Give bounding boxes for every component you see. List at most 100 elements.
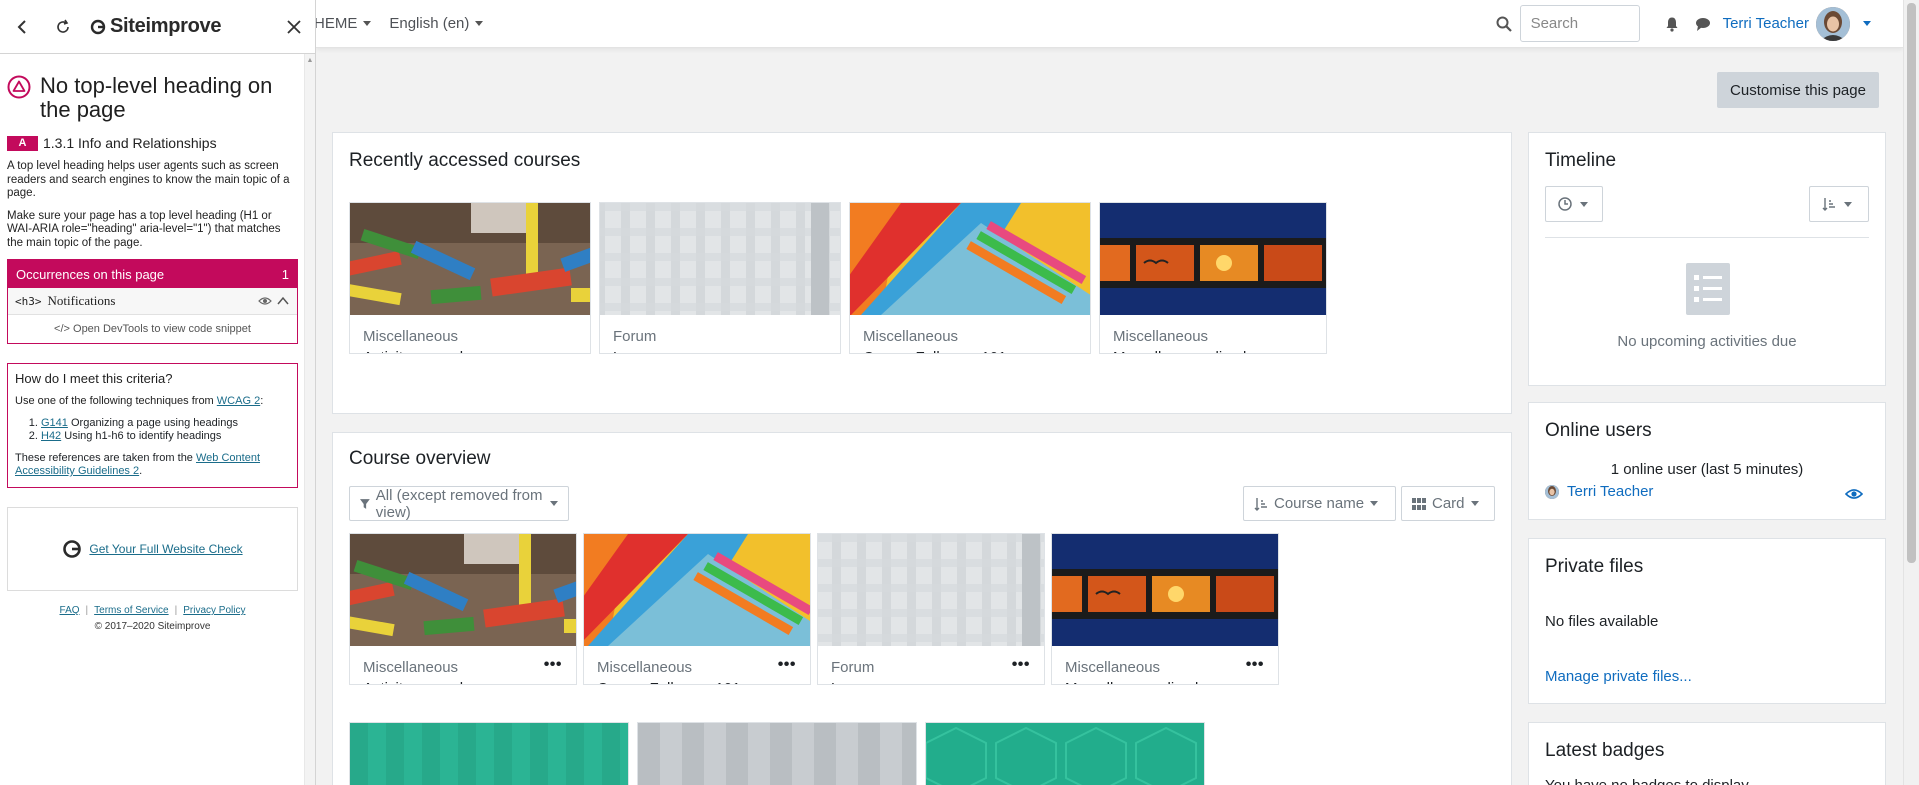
bell-icon[interactable] xyxy=(1664,16,1680,32)
course-card[interactable]: Forum Lounge ••• xyxy=(817,533,1045,685)
back-arrow-icon[interactable] xyxy=(12,16,34,38)
latest-badges-block: Latest badges You have no badges to disp… xyxy=(1528,722,1886,785)
occurrences-label: Occurrences on this page xyxy=(16,266,165,282)
recent-block-title: Recently accessed courses xyxy=(349,150,581,171)
eye-icon[interactable] xyxy=(258,294,272,308)
course-name[interactable]: Marvellous media players xyxy=(1065,680,1235,684)
website-check-link[interactable]: Get Your Full Website Check xyxy=(89,542,242,556)
ref-text: These references are taken from the xyxy=(15,452,193,464)
course-actions-menu-icon[interactable]: ••• xyxy=(1012,656,1030,674)
occurrences-count: 1 xyxy=(281,266,289,282)
course-actions-menu-icon[interactable]: ••• xyxy=(1246,656,1264,674)
online-user-name[interactable]: Terri Teacher xyxy=(1567,483,1653,500)
technique-link-g141[interactable]: G141 xyxy=(41,417,68,429)
caret-down-icon xyxy=(550,501,558,506)
theme-menu[interactable]: HEME xyxy=(314,15,372,32)
panel-scrollbar[interactable]: ▲ xyxy=(304,54,315,785)
course-image-grey-grid[interactable] xyxy=(600,203,840,315)
course-image-notebook[interactable] xyxy=(850,203,1090,315)
online-user-item[interactable]: Terri Teacher xyxy=(1545,483,1653,500)
private-files-title: Private files xyxy=(1545,556,1644,577)
course-name[interactable]: Activity examples xyxy=(363,680,479,684)
chat-icon[interactable] xyxy=(1695,16,1711,32)
course-image-film[interactable] xyxy=(1100,203,1326,315)
course-card[interactable]: Miscellaneous Activity examples xyxy=(349,202,591,354)
course-card[interactable]: Forum Lounge xyxy=(599,202,841,354)
how-to-meet-title: How do I meet this criteria? xyxy=(15,371,173,386)
course-sort-dropdown[interactable]: Course name xyxy=(1243,486,1396,521)
chevron-up-icon[interactable] xyxy=(276,294,290,308)
course-image-grey-pattern[interactable] xyxy=(638,723,916,785)
occurrence-item[interactable]: <h3> Notifications xyxy=(8,288,297,315)
course-name[interactable]: Lounge xyxy=(613,349,663,353)
course-card[interactable] xyxy=(925,722,1205,785)
course-actions-menu-icon[interactable]: ••• xyxy=(778,656,796,674)
sort-icon xyxy=(1822,198,1835,211)
course-view-label: Card xyxy=(1432,495,1465,512)
course-image-grey-grid[interactable] xyxy=(818,534,1044,646)
course-name[interactable]: Course Fullname 101 xyxy=(597,680,740,684)
conformance-level-badge: A xyxy=(7,135,38,151)
course-name[interactable]: Activity examples xyxy=(363,349,479,353)
caret-down-icon[interactable] xyxy=(1863,21,1871,26)
course-actions-menu-icon[interactable]: ••• xyxy=(544,656,562,674)
user-menu-name[interactable]: Terri Teacher xyxy=(1723,15,1809,32)
course-card[interactable]: Miscellaneous Course Fullname 101 ••• xyxy=(583,533,811,685)
filter-icon xyxy=(360,498,370,509)
course-image-hexagon-pattern[interactable] xyxy=(926,723,1204,785)
course-card[interactable]: Miscellaneous Activity examples ••• xyxy=(349,533,577,685)
siteimprove-brand: Siteimprove xyxy=(110,15,222,37)
customise-page-button[interactable]: Customise this page xyxy=(1717,72,1879,108)
manage-private-files-link[interactable]: Manage private files... xyxy=(1545,668,1692,685)
refresh-icon[interactable] xyxy=(52,16,74,38)
faq-link[interactable]: FAQ xyxy=(60,605,80,616)
course-card[interactable] xyxy=(349,722,629,785)
course-image-film[interactable] xyxy=(1052,534,1278,646)
course-card[interactable]: Miscellaneous Marvellous media players xyxy=(1099,202,1327,354)
search-icon[interactable] xyxy=(1496,16,1512,32)
technique-link-h42[interactable]: H42 xyxy=(41,430,61,442)
private-files-block: Private files No files available Manage … xyxy=(1528,538,1886,704)
siteimprove-logo-icon xyxy=(63,540,82,558)
search-input[interactable] xyxy=(1519,5,1640,42)
course-view-dropdown[interactable]: Card xyxy=(1401,486,1495,521)
course-image-teal-pattern[interactable] xyxy=(350,723,628,785)
timeline-day-filter[interactable] xyxy=(1545,186,1603,222)
course-card[interactable] xyxy=(637,722,917,785)
privacy-link[interactable]: Privacy Policy xyxy=(183,605,245,616)
navbar-right: Terri Teacher xyxy=(1496,5,1871,42)
page-scrollbar-thumb[interactable] xyxy=(1907,3,1916,563)
course-name[interactable]: Course Fullname 101 xyxy=(863,349,1006,353)
course-name[interactable]: Lounge xyxy=(831,680,881,684)
course-name[interactable]: Marvellous media players xyxy=(1113,349,1283,353)
course-overview-block: Course overview All (except removed from… xyxy=(332,432,1512,785)
occurrences-box: Occurrences on this page 1 <h3> Notifica… xyxy=(7,259,298,344)
course-image-blocks[interactable] xyxy=(350,203,590,315)
course-filter-dropdown[interactable]: All (except removed from view) xyxy=(349,486,569,521)
footer-separator: | xyxy=(85,605,89,616)
caret-down-icon xyxy=(363,21,372,26)
page-scrollbar[interactable] xyxy=(1903,0,1919,785)
avatar[interactable] xyxy=(1816,6,1850,41)
course-card[interactable]: Miscellaneous Marvellous media players ••• xyxy=(1051,533,1279,685)
issue-title: No top-level heading on the page xyxy=(40,73,273,122)
meet-intro-end: : xyxy=(260,395,264,407)
timeline-sort-filter[interactable] xyxy=(1809,186,1869,222)
criterion-title: 1.3.1 Info and Relationships xyxy=(43,135,217,151)
course-card[interactable]: Miscellaneous Course Fullname 101 xyxy=(849,202,1091,354)
course-image-blocks[interactable] xyxy=(350,534,576,646)
overview-block-title: Course overview xyxy=(349,448,491,469)
private-files-empty-text: No files available xyxy=(1545,613,1659,630)
course-image-notebook[interactable] xyxy=(584,534,810,646)
wcag-link[interactable]: WCAG 2 xyxy=(217,395,260,407)
eye-icon[interactable] xyxy=(1845,487,1863,501)
sort-icon xyxy=(1254,497,1267,511)
issue-header: No top-level heading on the page xyxy=(7,74,298,122)
course-sort-label: Course name xyxy=(1274,495,1365,512)
terms-link[interactable]: Terms of Service xyxy=(94,605,168,616)
close-icon[interactable] xyxy=(283,16,305,38)
scroll-up-arrow-icon[interactable]: ▲ xyxy=(305,57,315,67)
latest-badges-title: Latest badges xyxy=(1545,740,1665,761)
caret-down-icon xyxy=(475,21,484,26)
language-menu[interactable]: English (en) xyxy=(389,15,484,32)
